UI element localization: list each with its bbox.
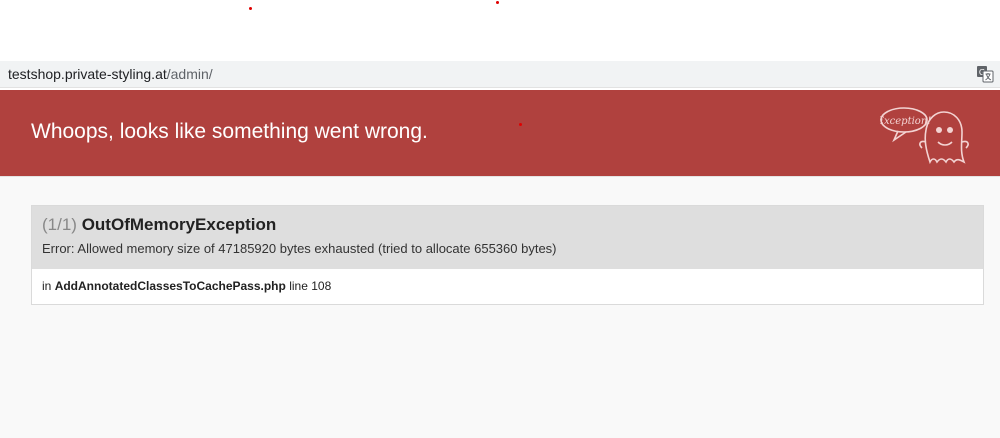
exception-ghost-icon: Exception! <box>876 100 972 168</box>
browser-top-area <box>0 0 1000 61</box>
trace-file: AddAnnotatedClassesToCachePass.php <box>54 279 286 293</box>
exception-message: Error: Allowed memory size of 47185920 b… <box>42 241 557 256</box>
exception-class: OutOfMemoryException <box>81 215 277 234</box>
exception-panel: (1/1) OutOfMemoryException Error: Allowe… <box>31 205 984 305</box>
trace-line: in AddAnnotatedClassesToCachePass.php li… <box>32 269 983 304</box>
red-dot <box>496 1 499 4</box>
red-dot <box>249 7 252 10</box>
content-area: (1/1) OutOfMemoryException Error: Allowe… <box>0 176 1000 438</box>
translate-icon[interactable]: G <box>976 65 994 83</box>
url-host: testshop.private-styling.at <box>8 66 167 82</box>
exception-title: (1/1) OutOfMemoryException <box>42 215 973 235</box>
error-header: Whoops, looks like something went wrong.… <box>0 90 1000 176</box>
trace-prefix: in <box>42 279 52 293</box>
address-bar[interactable]: testshop.private-styling.at/admin/ G <box>0 61 1000 88</box>
exception-count: (1/1) <box>42 215 77 234</box>
exception-header: (1/1) OutOfMemoryException Error: Allowe… <box>32 206 983 269</box>
page-title: Whoops, looks like something went wrong. <box>31 120 428 143</box>
url-path: /admin/ <box>166 66 213 82</box>
red-dot <box>519 123 522 126</box>
url-text[interactable]: testshop.private-styling.at/admin/ <box>8 66 213 82</box>
trace-line-number: line 108 <box>289 279 332 293</box>
exception-badge-text: Exception! <box>880 116 931 127</box>
